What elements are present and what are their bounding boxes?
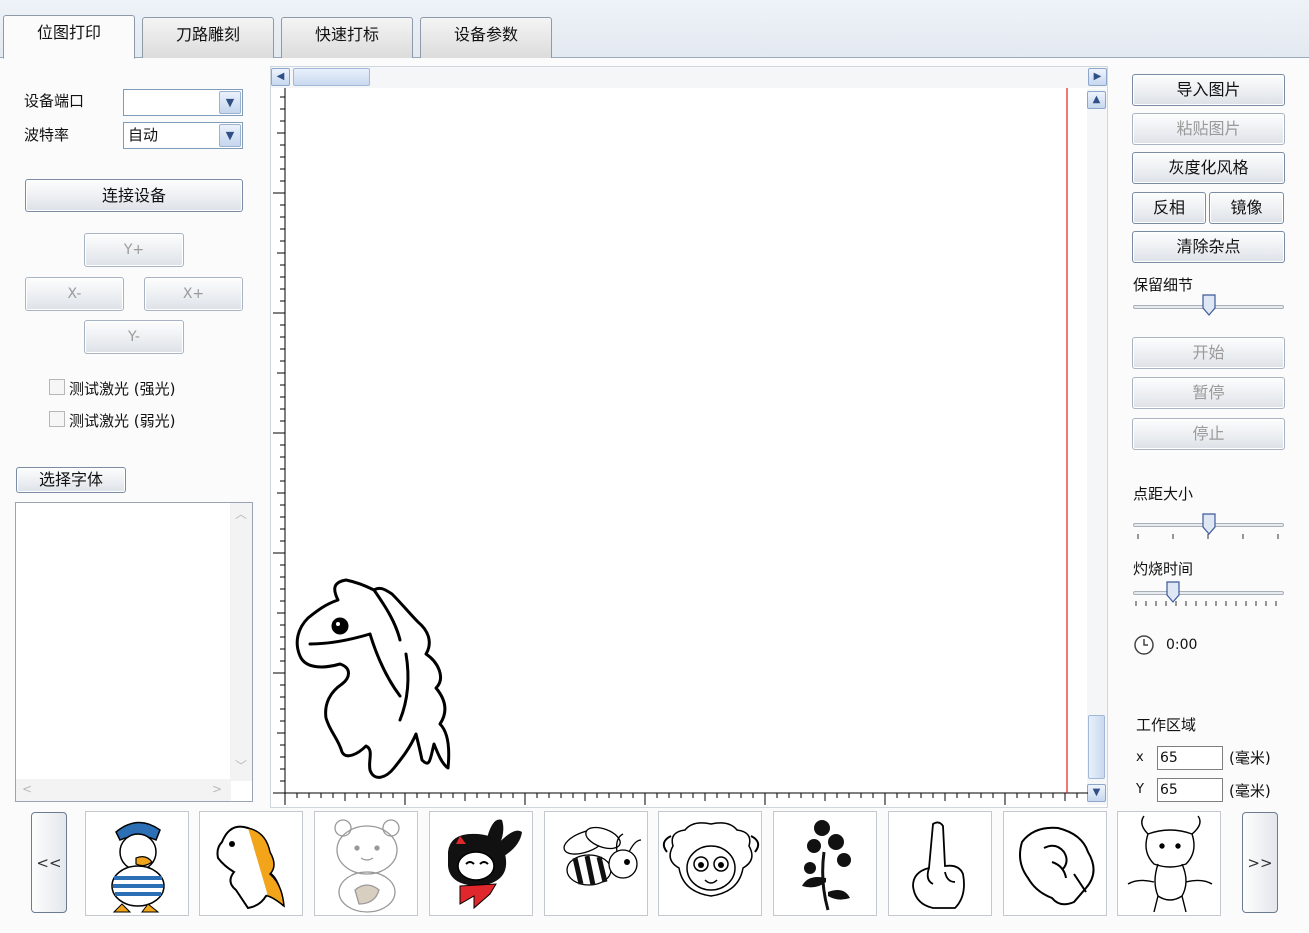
- list-horizontal-scrollbar[interactable]: < >: [16, 779, 231, 801]
- mirror-button[interactable]: 镜像: [1209, 192, 1284, 224]
- duck-icon: [111, 821, 165, 913]
- start-button[interactable]: 开始: [1132, 337, 1285, 369]
- chevron-left-icon[interactable]: <: [22, 782, 32, 796]
- chevron-up-icon[interactable]: ︿: [235, 505, 247, 522]
- gallery-item[interactable]: [658, 811, 762, 916]
- gallery-item[interactable]: [1117, 811, 1221, 916]
- chevron-down-icon[interactable]: ▼: [1087, 784, 1106, 802]
- port-label: 设备端口: [24, 92, 85, 110]
- keep-detail-thumb[interactable]: [1201, 294, 1216, 316]
- y-unit: (毫米): [1229, 782, 1271, 800]
- test-strong-label: 测试激光 (强光): [69, 380, 176, 398]
- test-weak-checkbox[interactable]: [49, 411, 65, 427]
- burn-time-ticks: [1135, 601, 1277, 606]
- gallery-item[interactable]: [888, 811, 992, 916]
- tab-bitmap-print[interactable]: 位图打印: [3, 15, 135, 59]
- horse-drawing: [295, 578, 451, 779]
- font-list[interactable]: ︿ ﹀ < >: [15, 502, 253, 802]
- hand-icon: [912, 821, 965, 909]
- baud-label: 波特率: [24, 126, 70, 144]
- canvas-drawing: [273, 88, 1088, 805]
- v-scroll-thumb[interactable]: [1088, 715, 1105, 779]
- baud-combo[interactable]: 自动 ▼: [123, 122, 243, 149]
- import-image-button[interactable]: 导入图片: [1132, 74, 1285, 106]
- paste-image-button[interactable]: 粘贴图片: [1132, 113, 1285, 145]
- horse-icon: [216, 825, 285, 910]
- y-label: Y: [1136, 782, 1144, 797]
- port-combo[interactable]: ▼: [123, 89, 243, 116]
- gallery-item[interactable]: [1003, 811, 1107, 916]
- y-minus-button[interactable]: Y-: [84, 320, 184, 354]
- gallery-item[interactable]: [85, 811, 189, 916]
- bear-icon: [334, 819, 400, 913]
- gallery-item[interactable]: [773, 811, 877, 916]
- bee-icon: [563, 826, 642, 886]
- y-input[interactable]: 65: [1157, 778, 1223, 802]
- tab-path-engrave[interactable]: 刀路雕刻: [142, 17, 274, 58]
- chevron-down-icon[interactable]: ▼: [219, 124, 241, 147]
- burn-time-thumb[interactable]: [1166, 581, 1180, 603]
- connect-button[interactable]: 连接设备: [25, 179, 243, 212]
- chevron-left-icon[interactable]: ◀: [271, 68, 290, 86]
- chevron-right-icon[interactable]: ▶: [1088, 68, 1107, 86]
- x-unit: (毫米): [1229, 749, 1271, 767]
- clear-noise-button[interactable]: 清除杂点: [1132, 231, 1285, 263]
- bull-icon: [1127, 815, 1213, 913]
- work-area-label: 工作区域: [1136, 716, 1197, 734]
- keep-detail-label: 保留细节: [1133, 276, 1194, 294]
- chevron-down-icon[interactable]: ﹀: [235, 757, 247, 774]
- x-input[interactable]: 65: [1157, 746, 1223, 770]
- gallery-next-button[interactable]: >>: [1242, 812, 1278, 913]
- baud-value: 自动: [128, 126, 159, 144]
- burn-time-track[interactable]: [1133, 591, 1284, 595]
- chevron-right-icon[interactable]: >: [212, 782, 222, 796]
- x-label: x: [1136, 750, 1144, 765]
- x-minus-button[interactable]: X-: [25, 277, 124, 311]
- gallery-prev-button[interactable]: <<: [31, 812, 67, 913]
- fist-icon: [1019, 826, 1095, 906]
- stop-button[interactable]: 停止: [1132, 418, 1285, 450]
- x-plus-button[interactable]: X+: [144, 277, 243, 311]
- dot-size-label: 点距大小: [1133, 485, 1194, 503]
- clock-icon: [1134, 635, 1154, 655]
- timer-value: 0:00: [1166, 637, 1198, 653]
- tab-quick-mark[interactable]: 快速打标: [281, 17, 413, 58]
- chevron-down-icon[interactable]: ▼: [219, 91, 241, 114]
- test-weak-label: 测试激光 (弱光): [69, 412, 176, 430]
- canvas-horizontal-scrollbar[interactable]: ◀ ▶: [271, 67, 1107, 88]
- rose-icon: [802, 820, 851, 911]
- select-font-button[interactable]: 选择字体: [16, 467, 126, 493]
- h-scroll-thumb[interactable]: [293, 68, 370, 86]
- gallery-item[interactable]: [544, 811, 648, 916]
- sheep-icon: [662, 822, 760, 897]
- pause-button[interactable]: 暂停: [1132, 377, 1285, 409]
- dot-size-thumb[interactable]: [1201, 513, 1216, 535]
- gallery-item[interactable]: [314, 811, 418, 916]
- canvas-vertical-scrollbar[interactable]: ▲ ▼: [1087, 89, 1107, 805]
- gallery-item[interactable]: [429, 811, 533, 916]
- rabbit-icon: [448, 819, 522, 910]
- list-vertical-scrollbar[interactable]: ︿ ﹀: [230, 503, 252, 781]
- test-strong-checkbox[interactable]: [49, 379, 65, 395]
- gray-style-button[interactable]: 灰度化风格: [1132, 152, 1285, 184]
- gallery-item[interactable]: [199, 811, 303, 916]
- y-plus-button[interactable]: Y+: [84, 233, 184, 267]
- chevron-up-icon[interactable]: ▲: [1087, 91, 1106, 109]
- tab-device-params[interactable]: 设备参数: [420, 17, 552, 58]
- burn-time-label: 灼烧时间: [1133, 560, 1194, 578]
- tab-bar: 位图打印 刀路雕刻 快速打标 设备参数: [0, 0, 1309, 59]
- invert-button[interactable]: 反相: [1132, 192, 1206, 224]
